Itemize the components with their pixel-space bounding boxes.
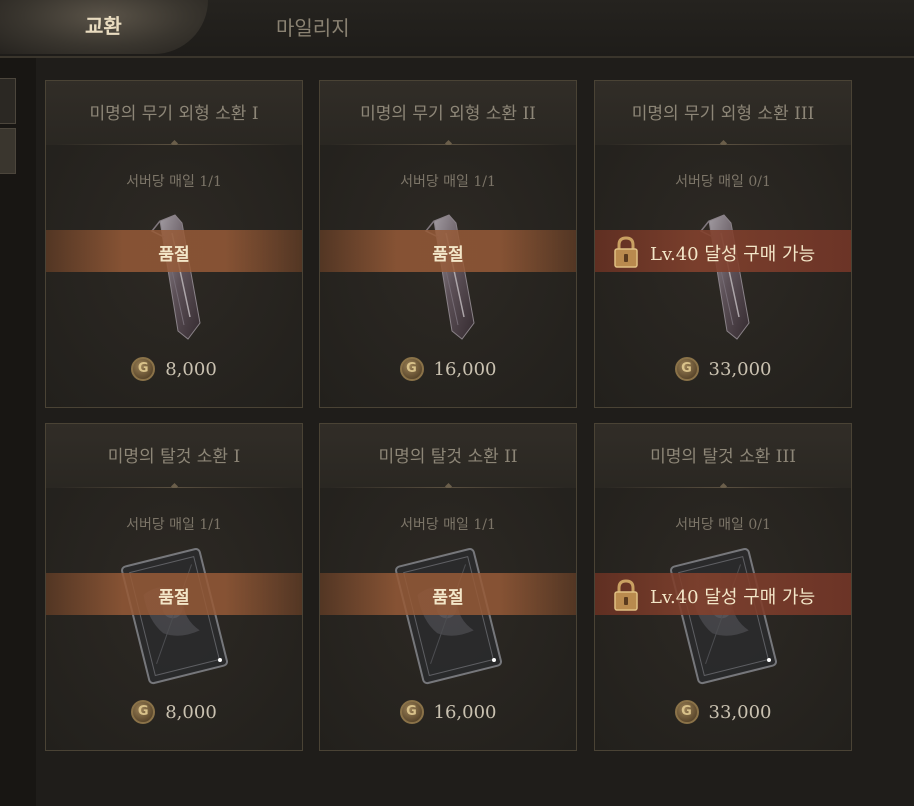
lock-icon xyxy=(611,578,641,612)
status-band: 품절 xyxy=(46,573,302,615)
lock-icon xyxy=(611,235,641,269)
price-row: G 33,000 xyxy=(595,700,851,726)
price-value: 8,000 xyxy=(165,701,217,723)
purchase-limit: 서버당 매일 1/1 xyxy=(126,517,222,533)
item-title: 미명의 탈것 소환 III xyxy=(650,447,796,467)
status-label: 품절 xyxy=(158,245,190,265)
tab-exchange[interactable]: 교환 xyxy=(0,0,208,54)
price-value: 8,000 xyxy=(165,358,217,380)
shop-item-card[interactable]: 미명의 무기 외형 소환 II 서버당 매일 1/1 품절 G 16,000 xyxy=(319,80,577,408)
coin-icon: G xyxy=(399,700,424,724)
purchase-limit: 서버당 매일 0/1 xyxy=(675,174,771,190)
coin-icon: G xyxy=(131,357,156,381)
price-value: 33,000 xyxy=(708,358,772,380)
status-band: 품절 xyxy=(320,230,576,272)
item-title: 미명의 무기 외형 소환 I xyxy=(89,104,259,124)
tab-exchange-label: 교환 xyxy=(85,14,122,38)
price-value: 33,000 xyxy=(708,701,772,723)
side-category-bar xyxy=(0,58,37,806)
price-row: G 16,000 xyxy=(320,357,576,383)
coin-icon: G xyxy=(674,700,699,724)
status-band: 품절 xyxy=(46,230,302,272)
item-title: 미명의 탈것 소환 I xyxy=(107,447,241,467)
status-band-locked: Lv.40 달성 구매 가능 xyxy=(595,573,851,615)
status-label: 품절 xyxy=(432,245,464,265)
status-label: Lv.40 달성 구매 가능 xyxy=(650,244,816,265)
price-row: G 33,000 xyxy=(595,357,851,383)
item-title: 미명의 무기 외형 소환 III xyxy=(631,104,815,124)
price-row: G 8,000 xyxy=(46,700,302,726)
coin-icon: G xyxy=(399,357,424,381)
price-row: G 16,000 xyxy=(320,700,576,726)
purchase-limit: 서버당 매일 1/1 xyxy=(400,174,496,190)
purchase-limit: 서버당 매일 0/1 xyxy=(675,517,771,533)
shop-item-card[interactable]: 미명의 무기 외형 소환 I 서버당 매일 1/1 품절 G 8,000 xyxy=(45,80,303,408)
shop-item-card[interactable]: 미명의 무기 외형 소환 III 서버당 매일 0/1 Lv.40 달성 구매 … xyxy=(594,80,852,408)
status-band: 품절 xyxy=(320,573,576,615)
card-header: 미명의 무기 외형 소환 III xyxy=(595,81,851,145)
price-value: 16,000 xyxy=(433,358,497,380)
price-row: G 8,000 xyxy=(46,357,302,383)
item-title: 미명의 탈것 소환 II xyxy=(378,447,518,467)
card-header: 미명의 무기 외형 소환 II xyxy=(320,81,576,145)
side-category-button-1[interactable] xyxy=(0,78,16,124)
shop-item-card[interactable]: 미명의 탈것 소환 I 서버당 매일 1/1 품절 G 8,000 xyxy=(45,423,303,751)
top-tab-bar: 교환 마일리지 xyxy=(0,0,914,58)
side-category-button-2[interactable] xyxy=(0,128,16,174)
status-label: 품절 xyxy=(432,588,464,608)
status-label: Lv.40 달성 구매 가능 xyxy=(650,587,816,608)
card-header: 미명의 무기 외형 소환 I xyxy=(46,81,302,145)
purchase-limit: 서버당 매일 1/1 xyxy=(126,174,222,190)
card-header: 미명의 탈것 소환 II xyxy=(320,424,576,488)
coin-icon: G xyxy=(131,700,156,724)
card-header: 미명의 탈것 소환 I xyxy=(46,424,302,488)
purchase-limit: 서버당 매일 1/1 xyxy=(400,517,496,533)
status-label: 품절 xyxy=(158,588,190,608)
card-header: 미명의 탈것 소환 III xyxy=(595,424,851,488)
shop-item-card[interactable]: 미명의 탈것 소환 III 서버당 매일 0/1 Lv.40 달성 구매 가능 … xyxy=(594,423,852,751)
shop-item-card[interactable]: 미명의 탈것 소환 II 서버당 매일 1/1 품절 G 16,000 xyxy=(319,423,577,751)
coin-icon: G xyxy=(674,357,699,381)
price-value: 16,000 xyxy=(433,701,497,723)
tab-mileage[interactable]: 마일리지 xyxy=(276,12,350,41)
status-band-locked: Lv.40 달성 구매 가능 xyxy=(595,230,851,272)
item-title: 미명의 무기 외형 소환 II xyxy=(360,104,536,124)
